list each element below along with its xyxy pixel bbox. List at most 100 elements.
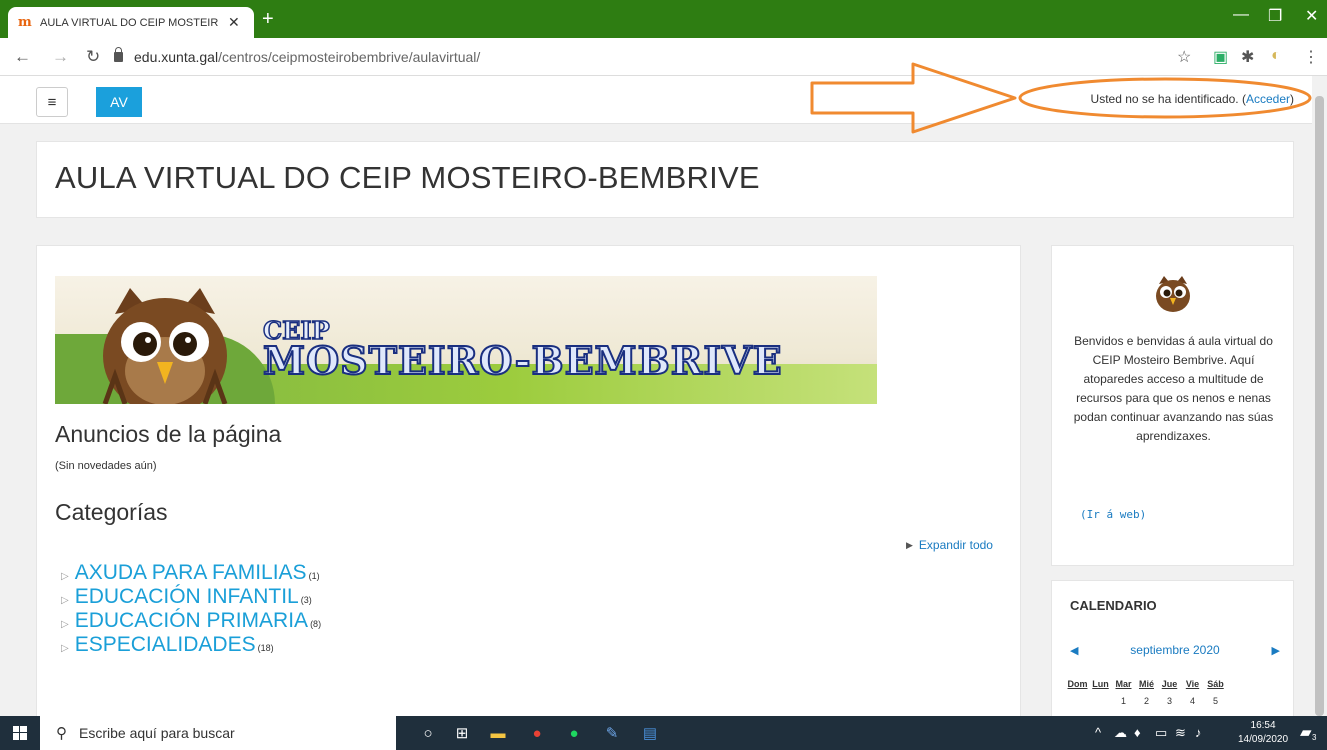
- page-title: AULA VIRTUAL DO CEIP MOSTEIRO-BEMBRIVE: [55, 160, 760, 195]
- address-bar: ← → ↻ edu.xunta.gal/centros/ceipmosteiro…: [0, 38, 1327, 76]
- cortana-icon[interactable]: ○: [417, 723, 439, 743]
- category-item[interactable]: ▷ EDUCACIÓN PRIMARIA (8): [61, 609, 321, 633]
- extension-icon[interactable]: ▣: [1213, 47, 1228, 67]
- paint-icon[interactable]: ✎: [601, 723, 623, 743]
- login-link[interactable]: Acceder: [1246, 92, 1290, 106]
- calendar-weekdays: Dom Lun Mar Mié Jue Vie Sáb: [1066, 679, 1227, 689]
- url-path: /centros/ceipmosteirobembrive/aulavirtua…: [218, 49, 481, 65]
- windows-taskbar: ⚲ Escribe aquí para buscar ○ ⊞ ▬ ● ● ✎ ▤…: [0, 716, 1327, 750]
- spotify-icon[interactable]: ●: [563, 723, 585, 743]
- minimize-icon[interactable]: —: [1233, 6, 1249, 24]
- expand-arrow-icon[interactable]: ▷: [61, 595, 69, 606]
- weekday: Mié: [1138, 679, 1154, 689]
- weekday: Lun: [1092, 679, 1109, 689]
- windows-start-icon[interactable]: [13, 726, 27, 740]
- intro-text: Benvidos e benvidas á aula virtual do CE…: [1073, 334, 1274, 443]
- volume-icon[interactable]: ♪: [1195, 725, 1202, 740]
- clock-time: 16:54: [1250, 720, 1276, 731]
- notifications-icon[interactable]: ▰: [1300, 723, 1312, 741]
- calendar-day[interactable]: 5: [1204, 696, 1227, 706]
- system-clock[interactable]: 16:54 14/09/2020: [1238, 719, 1288, 747]
- calendar-block: CALENDARIO ◀ septiembre 2020 ▶ Dom Lun M…: [1051, 580, 1294, 720]
- weekday: Vie: [1185, 679, 1200, 689]
- category-count: (3): [300, 595, 312, 605]
- weekday: Mar: [1115, 679, 1132, 689]
- bookmark-star-icon[interactable]: ☆: [1177, 47, 1191, 67]
- battery-icon[interactable]: ▭: [1155, 725, 1167, 741]
- next-month-icon[interactable]: ▶: [1272, 644, 1280, 657]
- calendar-day[interactable]: 4: [1181, 696, 1204, 706]
- url-field[interactable]: edu.xunta.gal/centros/ceipmosteirobembri…: [114, 45, 1204, 69]
- chrome-icon[interactable]: ●: [526, 723, 548, 743]
- weekday: Dom: [1067, 679, 1088, 689]
- tray-chevron-icon[interactable]: ^: [1095, 725, 1101, 740]
- category-count: (18): [257, 643, 274, 653]
- hamburger-menu-icon[interactable]: ≡: [36, 87, 68, 117]
- close-tab-icon[interactable]: ✕: [228, 14, 240, 31]
- calendar-day: [1066, 696, 1089, 706]
- category-item[interactable]: ▷ ESPECIALIDADES (18): [61, 633, 321, 657]
- onedrive-icon[interactable]: ☁: [1114, 725, 1127, 741]
- category-item[interactable]: ▷ EDUCACIÓN INFANTIL (3): [61, 585, 321, 609]
- anuncios-heading[interactable]: Anuncios de la página: [55, 421, 281, 448]
- forward-icon[interactable]: →: [52, 47, 69, 67]
- weekday: Jue: [1161, 679, 1178, 689]
- expand-arrow-icon[interactable]: ▷: [61, 571, 69, 582]
- calendar-day: [1089, 696, 1112, 706]
- category-link[interactable]: EDUCACIÓN PRIMARIA: [75, 609, 308, 633]
- page-header: AULA VIRTUAL DO CEIP MOSTEIRO-BEMBRIVE: [36, 141, 1294, 218]
- calendar-week-row: 1 2 3 4 5: [1066, 696, 1227, 706]
- calendar-month[interactable]: septiembre 2020: [1130, 643, 1219, 657]
- url-host: edu.xunta.gal: [134, 49, 219, 65]
- category-count: (1): [308, 571, 320, 581]
- calendar-day[interactable]: 3: [1158, 696, 1181, 706]
- expand-arrow-icon[interactable]: ▷: [61, 619, 69, 630]
- calendar-day[interactable]: 2: [1135, 696, 1158, 706]
- wifi-icon[interactable]: ≋: [1175, 725, 1186, 741]
- owl-icon: [1156, 276, 1190, 312]
- menu-dots-icon[interactable]: ⋮: [1303, 47, 1319, 67]
- login-status: Usted no se ha identificado. (: [1090, 92, 1246, 106]
- web-link[interactable]: (Ir á web): [1080, 508, 1146, 521]
- close-window-icon[interactable]: ✕: [1305, 6, 1318, 26]
- category-link[interactable]: ESPECIALIDADES: [75, 633, 256, 657]
- category-list: ▷ AXUDA PARA FAMILIAS (1) ▷ EDUCACIÓN IN…: [61, 561, 321, 657]
- puzzle-icon[interactable]: ✱: [1241, 47, 1254, 67]
- sin-novedades-text: (Sin novedades aún): [55, 460, 157, 472]
- browser-tab-bar: m AULA VIRTUAL DO CEIP MOSTEIR ✕ + — ❐ ✕: [0, 0, 1327, 38]
- category-count: (8): [310, 619, 322, 629]
- calendar-nav: ◀ septiembre 2020 ▶: [1070, 643, 1280, 657]
- category-item[interactable]: ▷ AXUDA PARA FAMILIAS (1): [61, 561, 321, 585]
- category-link[interactable]: EDUCACIÓN INFANTIL: [75, 585, 299, 609]
- microphone-icon[interactable]: ♦: [1134, 725, 1141, 740]
- search-placeholder: Escribe aquí para buscar: [79, 725, 235, 741]
- login-info: Usted no se ha identificado. (Acceder): [1091, 92, 1294, 106]
- page-scrollbar[interactable]: [1312, 76, 1327, 716]
- main-content: CEIP MOSTEIRO-BEMBRIVE Anuncios de la pá…: [36, 245, 1021, 720]
- scroll-thumb[interactable]: [1315, 96, 1324, 716]
- restore-icon[interactable]: ❐: [1268, 6, 1282, 26]
- calendar-day[interactable]: 1: [1112, 696, 1135, 706]
- login-paren: ): [1290, 92, 1294, 106]
- back-icon[interactable]: ←: [14, 47, 31, 67]
- site-brand-button[interactable]: AV: [96, 87, 142, 117]
- site-banner: CEIP MOSTEIRO-BEMBRIVE: [55, 276, 877, 404]
- clock-date: 14/09/2020: [1238, 734, 1289, 745]
- notifications-count: 3: [1312, 733, 1317, 742]
- expand-arrow-icon[interactable]: ▷: [61, 643, 69, 654]
- banner-title-large: MOSTEIRO-BEMBRIVE: [262, 337, 783, 384]
- profile-avatar[interactable]: ◐: [1271, 47, 1281, 65]
- reload-icon[interactable]: ↻: [86, 47, 100, 67]
- taskbar-search-field[interactable]: ⚲ Escribe aquí para buscar: [40, 716, 396, 750]
- tab-title: AULA VIRTUAL DO CEIP MOSTEIR: [40, 16, 219, 29]
- new-tab-icon[interactable]: +: [262, 8, 274, 31]
- expand-all-link[interactable]: ▶ Expandir todo: [906, 538, 993, 552]
- categorias-heading: Categorías: [55, 499, 168, 525]
- document-app-icon[interactable]: ▤: [639, 723, 661, 743]
- previous-month-icon[interactable]: ◀: [1070, 644, 1078, 657]
- file-explorer-icon[interactable]: ▬: [487, 723, 509, 743]
- owl-logo-icon: [102, 288, 228, 404]
- browser-tab[interactable]: m AULA VIRTUAL DO CEIP MOSTEIR ✕: [8, 7, 254, 38]
- category-link[interactable]: AXUDA PARA FAMILIAS: [75, 561, 307, 585]
- task-view-icon[interactable]: ⊞: [451, 723, 473, 743]
